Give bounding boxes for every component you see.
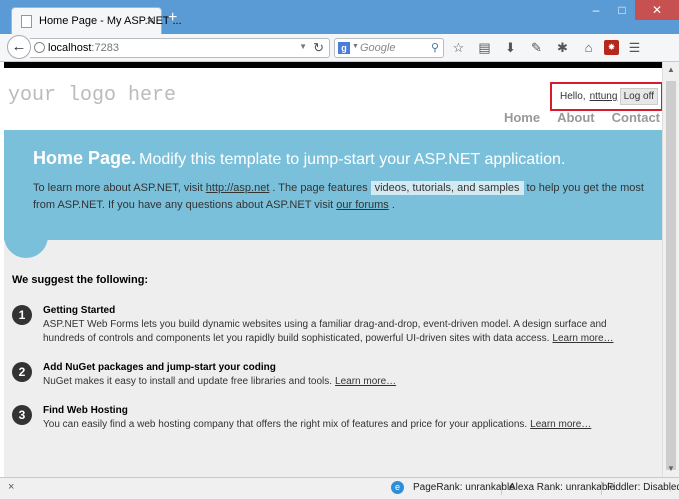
- search-bar[interactable]: g ▼ Google ⚲: [334, 38, 444, 58]
- resize-grip-icon[interactable]: ⋰: [669, 484, 677, 493]
- step-title: Getting Started: [43, 305, 116, 316]
- close-status-icon[interactable]: ×: [8, 481, 14, 493]
- menu-item-contact[interactable]: Contact: [612, 110, 660, 125]
- scroll-down-icon[interactable]: ▼: [663, 461, 679, 477]
- alexa-status: Alexa Rank: unrankable: [509, 482, 616, 493]
- hello-text: Hello,nttung!: [560, 91, 624, 102]
- globe-icon: [34, 42, 45, 53]
- firebug-icon[interactable]: ✸: [604, 40, 619, 55]
- main-menu: Home About Contact: [504, 110, 660, 125]
- step-text: NuGet makes it easy to install and updat…: [43, 376, 333, 387]
- forums-link[interactable]: our forums: [336, 199, 389, 211]
- featured-text-2: . The page features: [272, 182, 368, 194]
- tools-icon[interactable]: ✱: [552, 38, 573, 57]
- featured-text: To learn more about ASP.NET, visit http:/…: [33, 180, 653, 214]
- featured-text-4: .: [391, 199, 395, 211]
- learn-more-link[interactable]: Learn more…: [335, 376, 396, 387]
- learn-more-link[interactable]: Learn more…: [530, 419, 591, 430]
- menu-item-home[interactable]: Home: [504, 110, 540, 125]
- home-icon[interactable]: ⌂: [578, 38, 599, 57]
- menu-item-about[interactable]: About: [557, 110, 595, 125]
- site-logo[interactable]: your logo here: [8, 84, 176, 107]
- hello-label: Hello,: [560, 91, 586, 102]
- tab-title: Home Page - My ASP.NET ...: [39, 15, 182, 27]
- learn-more-link[interactable]: Learn more…: [552, 333, 613, 344]
- browser-titlebar: Home Page - My ASP.NET ... × + – □ ✕: [0, 0, 679, 34]
- suggest-heading: We suggest the following:: [12, 274, 149, 286]
- new-tab-button[interactable]: +: [168, 10, 177, 26]
- download-icon[interactable]: ⬇: [500, 38, 521, 57]
- url-bar[interactable]: localhost:7283 ▼ ↻: [30, 38, 330, 58]
- navigation-toolbar: localhost:7283 ▼ ↻ ← g ▼ Google ⚲ ☆ ▤ ⬇ …: [0, 34, 679, 62]
- minimize-button[interactable]: –: [583, 0, 609, 20]
- scrollbar-thumb[interactable]: [666, 81, 676, 470]
- tab-close-icon[interactable]: ×: [146, 13, 154, 28]
- page-viewport: your logo here Hello,nttung! Log off Hom…: [4, 62, 662, 477]
- asp-net-link[interactable]: http://asp.net: [206, 182, 270, 194]
- url-history-dropdown-icon[interactable]: ▼: [299, 42, 307, 51]
- toolbar-icons: ☆ ▤ ⬇ ✎ ✱ ⌂ ✸ ☰: [448, 38, 645, 57]
- site-header: your logo here Hello,nttung! Log off Hom…: [4, 68, 662, 130]
- status-bar: × e PageRank: unrankable Alexa Rank: unr…: [0, 477, 679, 499]
- menu-icon[interactable]: ☰: [624, 38, 645, 57]
- ie-tab-icon[interactable]: e: [391, 481, 404, 494]
- step-number: 3: [12, 405, 32, 425]
- status-divider: [501, 481, 502, 495]
- pagerank-status: PageRank: unrankable: [413, 482, 515, 493]
- back-button[interactable]: ←: [7, 35, 31, 59]
- featured-title-bold: Home Page.: [33, 148, 137, 168]
- url-port: :7283: [91, 42, 119, 54]
- username-link[interactable]: nttung: [590, 91, 618, 102]
- step-body: NuGet makes it easy to install and updat…: [43, 375, 643, 389]
- search-icon[interactable]: ⚲: [431, 41, 439, 54]
- close-window-button[interactable]: ✕: [635, 0, 679, 20]
- scroll-up-icon[interactable]: ▲: [663, 62, 679, 78]
- featured-title-rest: Modify this template to jump-start your …: [139, 151, 566, 168]
- step-number: 2: [12, 362, 32, 382]
- star-icon[interactable]: ☆: [448, 38, 469, 57]
- logoff-button[interactable]: Log off: [619, 88, 658, 105]
- google-engine-icon[interactable]: g: [338, 42, 350, 54]
- login-display: Hello,nttung! Log off: [550, 82, 662, 111]
- featured-section: Home Page. Modify this template to jump-…: [4, 130, 662, 240]
- page-favicon-icon: [21, 15, 32, 28]
- maximize-button[interactable]: □: [609, 0, 635, 20]
- step-body: You can easily find a web hosting compan…: [43, 418, 643, 432]
- reading-list-icon[interactable]: ▤: [474, 38, 495, 57]
- step-title: Add NuGet packages and jump-start your c…: [43, 362, 276, 373]
- featured-highlight: videos, tutorials, and samples: [370, 181, 524, 195]
- vertical-scrollbar[interactable]: ▲ ▼: [662, 62, 679, 477]
- url-host: localhost: [48, 42, 92, 54]
- step-text: You can easily find a web hosting compan…: [43, 419, 528, 430]
- step-title: Find Web Hosting: [43, 405, 128, 416]
- pen-icon[interactable]: ✎: [526, 38, 547, 57]
- reload-icon[interactable]: ↻: [313, 40, 324, 56]
- step-body: ASP.NET Web Forms lets you build dynamic…: [43, 318, 643, 346]
- browser-tab[interactable]: Home Page - My ASP.NET ... ×: [11, 7, 182, 34]
- status-divider: [601, 481, 602, 495]
- search-input[interactable]: Google: [360, 42, 395, 54]
- search-engine-dropdown-icon[interactable]: ▼: [352, 43, 359, 50]
- featured-text-1: To learn more about ASP.NET, visit: [33, 182, 203, 194]
- url-text: localhost:7283: [48, 42, 119, 54]
- featured-decoration: [4, 228, 48, 258]
- step-number: 1: [12, 305, 32, 325]
- featured-title: Home Page. Modify this template to jump-…: [33, 148, 565, 169]
- step-text: ASP.NET Web Forms lets you build dynamic…: [43, 319, 607, 344]
- window-controls: – □ ✕: [583, 0, 679, 20]
